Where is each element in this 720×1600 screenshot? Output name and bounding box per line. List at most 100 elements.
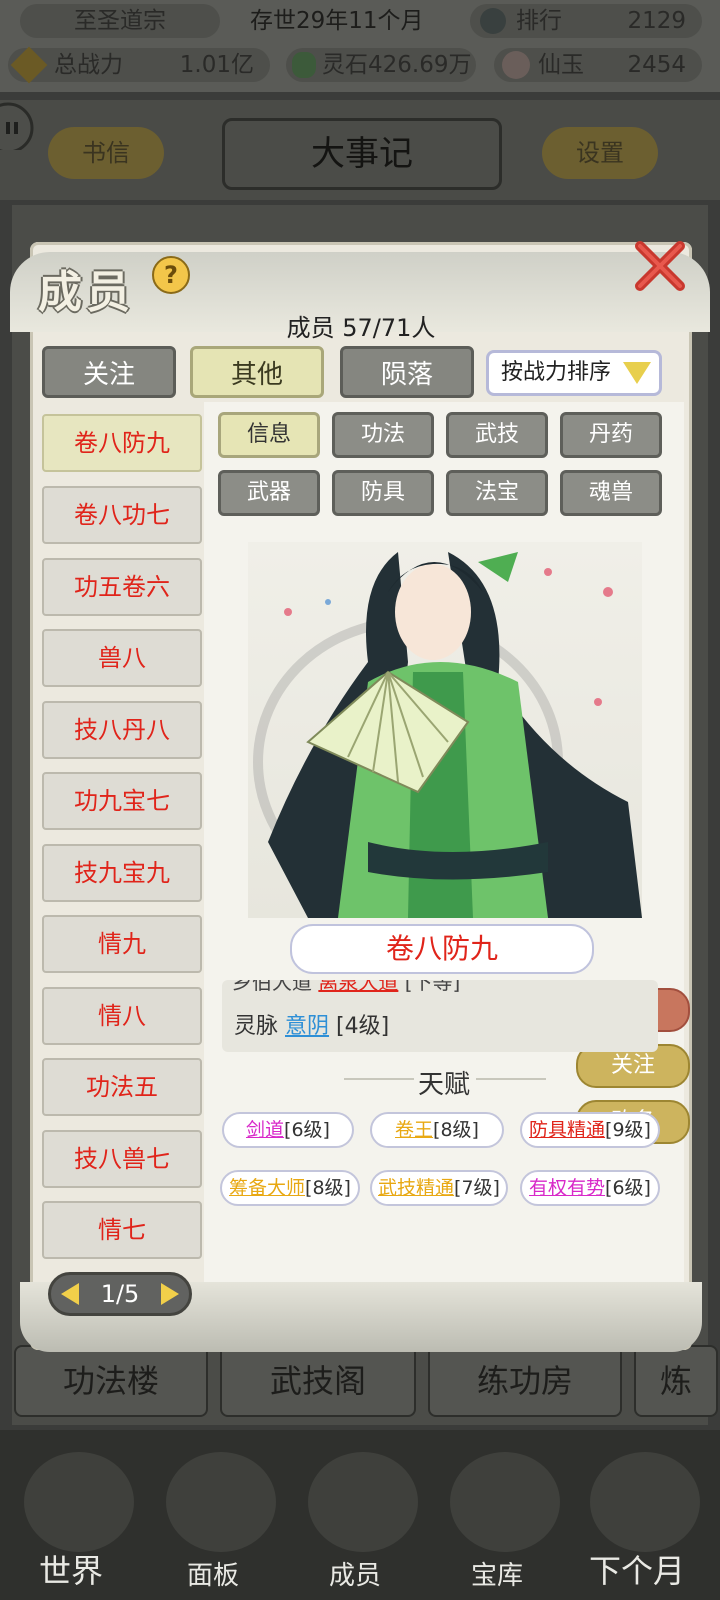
nav-panel[interactable]: 面板 [148,1555,278,1592]
rank-display[interactable]: 排行 2129 [470,4,702,38]
tab-weapon[interactable]: 武器 [218,470,320,516]
talent-divider-right [476,1078,546,1080]
jade-label: 仙玉 [538,52,584,78]
tab-soul-beast[interactable]: 魂兽 [560,470,662,516]
filter-fallen-button[interactable]: 陨落 [340,346,474,398]
talent-level: [8级] [433,1119,479,1141]
nav-members[interactable]: 成员 [290,1555,420,1592]
next-page-icon[interactable] [161,1283,179,1305]
next-month-nav-icon [590,1452,700,1552]
events-title: 大事记 [222,118,502,190]
tab-info[interactable]: 信息 [218,412,320,458]
talent-item[interactable]: 武技精通[7级] [370,1170,508,1206]
talent-item[interactable]: 有权有势[6级] [520,1170,660,1206]
dropdown-triangle-icon [623,362,651,384]
treasury-nav-icon [450,1452,560,1552]
prev-page-icon[interactable] [61,1283,79,1305]
bg-tab-liangong[interactable]: 练功房 [428,1345,622,1417]
talent-name: 武技精通 [378,1177,455,1199]
help-icon[interactable]: ? [152,256,190,294]
talent-level: [6级] [605,1177,651,1199]
total-power: 总战力 1.01亿 [8,46,270,84]
talent-item[interactable]: 防具精通[9级] [520,1112,660,1148]
member-list-item[interactable]: 技九宝九 [42,844,202,902]
talent-level: [7级] [454,1177,500,1199]
talent-item[interactable]: 筹备大师[8级] [220,1170,360,1206]
member-list-item[interactable]: 功九宝七 [42,772,202,830]
power-icon [10,46,48,84]
bg-tab-lian[interactable]: 炼 [634,1345,718,1417]
filter-followed-button[interactable]: 关注 [42,346,176,398]
talent-name: 卷王 [395,1119,434,1141]
spirit-stone-value: 灵石426.69万 [322,52,472,78]
page-navigator: 1/5 [48,1272,192,1316]
rank-value: 2129 [627,8,686,34]
meridian-level: [4级] [336,1014,390,1039]
info-cut-value: 离泉大道 [318,980,399,994]
page-indicator: 1/5 [100,1280,140,1308]
filter-other-button[interactable]: 其他 [190,346,324,398]
member-list-item[interactable]: 兽八 [42,629,202,687]
panel-nav-icon [166,1452,276,1552]
tab-wuji[interactable]: 武技 [446,412,548,458]
member-list-item[interactable]: 情九 [42,915,202,973]
talent-level: [6级] [284,1119,330,1141]
nav-next-month[interactable]: 下个月 [572,1546,702,1592]
member-list-item[interactable]: 功法五 [42,1058,202,1116]
tab-pills[interactable]: 丹药 [560,412,662,458]
member-count-label: 成员 [286,314,335,342]
bg-tab-gongfa[interactable]: 功法楼 [14,1345,208,1417]
member-list-item[interactable]: 技八丹八 [42,701,202,759]
info-cut-label: 乡伯大道 [232,980,312,994]
member-detail-panel: 信息 功法 武技 丹药 武器 防具 法宝 魂兽 关注 卷八防九 乡伯大道 离泉大… [204,402,690,1282]
meridian-label: 灵脉 [234,1014,279,1039]
world-nav-icon [24,1452,134,1552]
member-list-item[interactable]: 卷八功七 [42,486,202,544]
talent-level: [9级] [605,1119,651,1141]
jade-icon [502,51,530,79]
bg-tab-wuji[interactable]: 武技阁 [220,1345,416,1417]
talent-item[interactable]: 剑道[6级] [222,1112,354,1148]
letters-button[interactable]: 书信 [48,127,164,179]
talent-name: 筹备大师 [229,1177,306,1199]
meridian-row: 灵脉 意阴 [4级] [234,1008,389,1040]
talent-name: 有权有势 [529,1177,606,1199]
talent-name: 防具精通 [529,1119,606,1141]
selected-member-name: 卷八防九 [290,924,594,974]
member-list-item[interactable]: 情八 [42,987,202,1045]
close-icon[interactable] [630,238,688,296]
info-partial-row: 乡伯大道 离泉大道 [下等] [232,980,460,995]
nav-world[interactable]: 世界 [6,1546,136,1592]
member-list-item[interactable]: 技八兽七 [42,1130,202,1188]
member-list-item[interactable]: 卷八防九 [42,414,202,472]
member-count: 成员 57/71人 [30,308,692,343]
rank-icon [480,8,506,34]
character-portrait [248,542,642,918]
tab-artifact[interactable]: 法宝 [446,470,548,516]
settings-button[interactable]: 设置 [542,127,658,179]
members-nav-icon [308,1452,418,1552]
member-list[interactable]: 卷八防九 卷八功七 功五卷六 兽八 技八丹八 功九宝七 技九宝九 情九 情八 功… [42,408,202,1264]
talent-item[interactable]: 卷王[8级] [370,1112,504,1148]
member-list-item[interactable]: 功五卷六 [42,558,202,616]
talent-level: [8级] [305,1177,351,1199]
member-list-item[interactable]: 情七 [42,1201,202,1259]
talent-title: 天赋 [417,1070,470,1100]
member-count-value: 57/71人 [342,314,436,342]
sort-dropdown[interactable]: 按战力排序 [486,350,662,396]
members-dialog: 成员 ? 成员 57/71人 关注 其他 陨落 按战力排序 卷八防九 卷八功七 … [10,241,710,1352]
jade-value: 2454 [627,52,686,78]
power-label: 总战力 [54,52,123,78]
meridian-value[interactable]: 意阴 [285,1014,329,1039]
talent-name: 剑道 [246,1119,285,1141]
nav-treasury[interactable]: 宝库 [432,1555,562,1592]
jade-display[interactable]: 仙玉 2454 [494,48,702,82]
world-time: 存世29年11个月 [250,8,424,34]
tab-armor[interactable]: 防具 [332,470,434,516]
tab-gongfa[interactable]: 功法 [332,412,434,458]
power-value: 1.01亿 [179,52,254,78]
sort-label: 按战力排序 [501,360,612,385]
top-status-bar: 至圣道宗 存世29年11个月 排行 2129 总战力 1.01亿 灵石426.6… [0,0,720,92]
member-info-box: 乡伯大道 离泉大道 [下等] 灵脉 意阴 [4级] [222,980,658,1052]
spirit-stone-icon [292,52,316,78]
